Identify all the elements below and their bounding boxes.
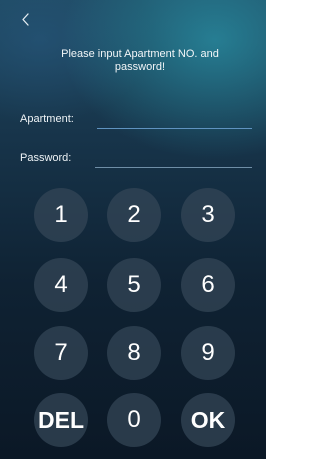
chevron-left-icon [22, 13, 29, 26]
key-2[interactable]: 2 [107, 188, 161, 242]
key-1[interactable]: 1 [34, 188, 88, 242]
delete-key[interactable]: DEL [34, 393, 88, 447]
key-5[interactable]: 5 [107, 258, 161, 312]
key-8[interactable]: 8 [107, 326, 161, 380]
ok-key[interactable]: OK [181, 393, 235, 447]
password-input[interactable] [95, 149, 252, 168]
key-4[interactable]: 4 [34, 258, 88, 312]
back-button[interactable] [16, 10, 36, 30]
apartment-input[interactable] [97, 110, 252, 129]
key-9[interactable]: 9 [181, 326, 235, 380]
apartment-label: Apartment: [20, 113, 74, 125]
key-6[interactable]: 6 [181, 258, 235, 312]
apartment-field-row: Apartment: [0, 110, 266, 130]
password-label: Password: [20, 152, 72, 164]
key-7[interactable]: 7 [34, 326, 88, 380]
key-0[interactable]: 0 [107, 393, 161, 447]
apartment-login-screen: Please input Apartment NO. and password!… [0, 0, 266, 459]
instruction-text: Please input Apartment NO. and password! [61, 48, 219, 73]
key-3[interactable]: 3 [181, 188, 235, 242]
password-field-row: Password: [0, 149, 266, 169]
